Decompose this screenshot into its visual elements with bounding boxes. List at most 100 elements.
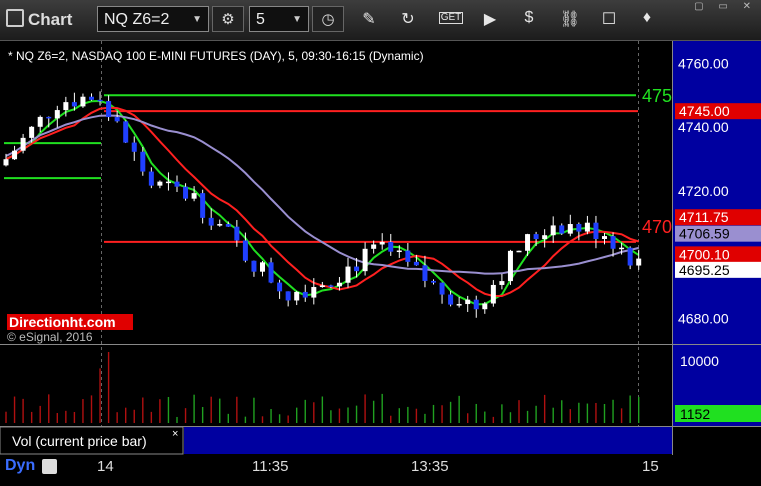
candle-body [627,247,633,266]
dynamic-label[interactable]: Dyn [5,457,35,475]
candle-body [183,186,189,199]
candle-body [567,224,573,234]
refresh-icon[interactable]: ↻ [397,9,419,29]
red-level-label: 470 [642,217,672,237]
candle-body [507,250,513,282]
dollar-icon[interactable]: $ [518,9,540,27]
price-tick: 4680.00 [678,310,729,326]
candle-body [328,285,334,287]
symbol-combo[interactable]: NQ Z6=2 ▼ [97,6,209,32]
candle-body [593,222,599,239]
candle-body [396,250,402,253]
time-label: 14 [97,458,114,475]
candle-body [131,142,137,152]
price-tag: 4695.25 [679,262,730,278]
candle-body [602,236,607,239]
candle-body [277,282,283,292]
gear-icon: ⚙ [221,11,235,28]
candle-body [268,262,274,283]
candle-body [516,250,522,253]
volume-study-bar [184,427,672,454]
candle-body [294,291,300,301]
price-tag: 4700.10 [679,246,730,262]
candle-body [225,224,231,227]
candle-body [610,236,616,249]
candle-body [217,224,223,226]
candle-body [482,303,488,310]
candle-body [336,282,342,287]
candle-body [260,262,265,272]
candle-body [242,240,248,261]
price-tag: 4711.75 [679,209,729,225]
candle-body [46,116,52,119]
price-tick: 4740.00 [678,119,729,135]
candle-body [533,234,539,240]
play-icon[interactable]: ▶ [479,9,501,29]
close-icon[interactable]: × [172,428,178,440]
price-tag: 4706.59 [679,226,730,242]
candle-body [354,266,360,272]
link-icon[interactable]: ⛓ [559,9,581,29]
candle-body [140,151,146,172]
candle-body [97,99,103,102]
twitter-icon[interactable]: ♦ [636,9,658,27]
candle-body [319,285,325,288]
window-controls[interactable]: ▢ ▭ ✕ [694,1,757,12]
candle-body [448,294,454,305]
candle-body [405,250,411,262]
price-tick: 4760.00 [678,55,729,71]
candle-body [413,261,419,266]
candle-body [542,235,548,240]
chart-area[interactable]: * NQ Z6=2, NASDAQ 100 E-MINI FUTURES (DA… [0,41,761,481]
candle-body [371,244,377,249]
brand-watermark: Directionht.com [9,314,116,330]
time-label: 13:35 [411,458,449,475]
candle-body [388,241,394,252]
toolbar: Chart NQ Z6=2 ▼ ⚙ 5 ▼ ◷ ✎ ↻ GET ▶ $ ⛓ ☐ ♦ … [0,0,761,41]
candle-body [37,116,43,127]
volume-current-value: 1152 [680,406,710,422]
candle-body [550,225,556,236]
chart-window-title: Chart [6,9,72,30]
candle-body [191,193,197,199]
candle-body [311,287,317,298]
chart-app-icon [6,9,24,27]
candle-body [619,247,625,250]
candle-body [456,304,462,306]
candle-body [251,260,257,272]
settings-gear-button[interactable]: ⚙ [212,6,244,32]
price-chart: * NQ Z6=2, NASDAQ 100 E-MINI FUTURES (DA… [0,41,761,455]
interval-combo[interactable]: 5 ▼ [249,6,309,32]
price-tag: 4745.00 [679,103,730,119]
volume-label: Vol (current price bar) [12,433,147,449]
get-data-icon[interactable]: GET [439,12,463,24]
price-tick: 4720.00 [678,183,729,199]
candle-body [80,96,86,107]
candle-body [157,181,163,186]
candle-body [285,291,291,301]
moving-average-purple [5,114,639,275]
candle-body [576,224,582,232]
chart-header: * NQ Z6=2, NASDAQ 100 E-MINI FUTURES (DA… [8,49,424,63]
clock-icon: ◷ [321,11,335,28]
candle-body [525,234,531,251]
time-button[interactable]: ◷ [312,6,344,32]
candle-body [63,102,69,111]
candle-body [345,266,351,283]
candle-body [29,126,35,138]
time-label: 15 [642,458,659,475]
green-level-label: 475 [642,86,672,106]
interval-value: 5 [256,11,265,28]
draw-pencil-icon[interactable]: ✎ [358,9,380,29]
chevron-down-icon: ▼ [192,14,202,25]
candle-body [302,291,308,298]
comment-icon[interactable]: ☐ [598,9,620,29]
candle-body [71,102,77,107]
moving-average-green [5,99,640,306]
candle-body [174,181,180,187]
chevron-down-icon: ▼ [292,14,302,25]
settings-icon[interactable] [42,459,57,474]
candle-body [114,117,120,122]
candle-body [439,282,445,295]
candle-body [465,299,471,305]
